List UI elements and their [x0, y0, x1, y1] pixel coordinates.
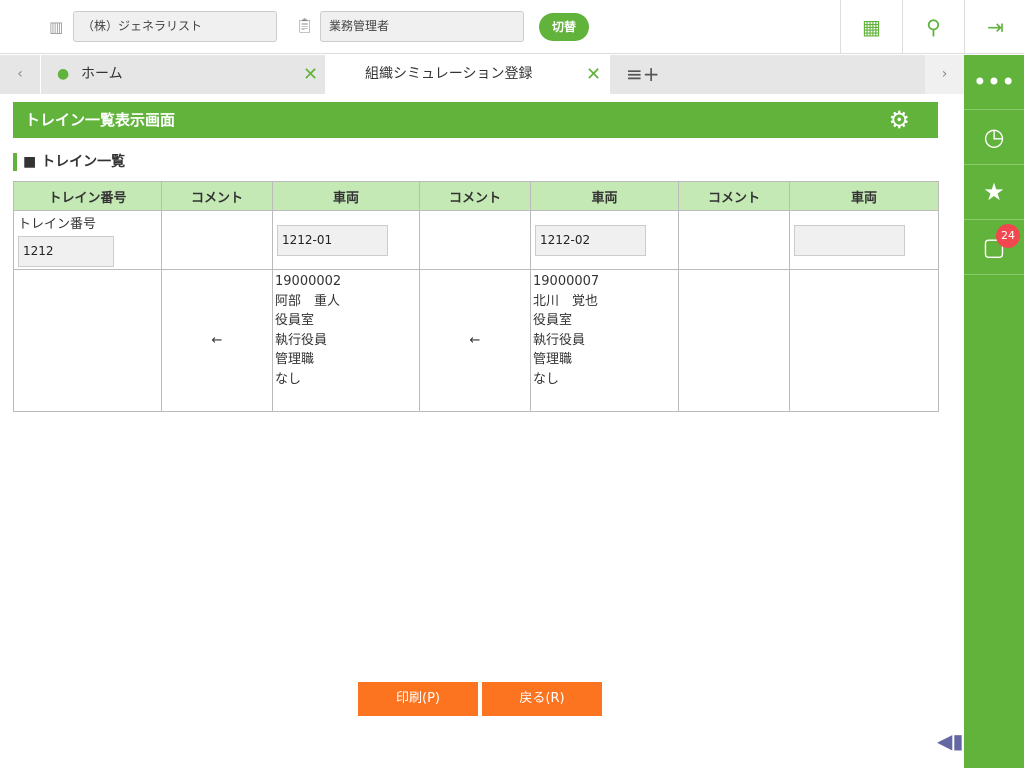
apps-grid-icon[interactable]: ▦	[840, 0, 902, 54]
col-header: 車両	[789, 181, 939, 211]
back-button[interactable]: 戻る(R)	[482, 682, 602, 716]
add-tab-icon[interactable]: ≡+	[626, 55, 660, 94]
department: 役員室	[533, 313, 573, 329]
note: なし	[533, 371, 560, 387]
car-input[interactable]: 1212-01	[277, 224, 388, 256]
position: 執行役員	[533, 332, 586, 348]
tab-label: 組織シミュレーション登録	[365, 66, 533, 82]
tab-scroll-left[interactable]: ‹	[0, 55, 40, 94]
employee-name: 北川 覚也	[533, 293, 599, 309]
print-button[interactable]: 印刷(P)	[358, 682, 478, 716]
gear-icon[interactable]: ⚙	[888, 102, 910, 138]
tab-scroll-right[interactable]: ›	[925, 55, 964, 94]
train-table: トレイン番号 コメント 車両 コメント 車両 コメント 車両 トレイン番号 12…	[13, 181, 939, 412]
car-input[interactable]: 1212-02	[535, 224, 646, 256]
building-icon: ▥	[49, 18, 64, 36]
table-row: トレイン番号 1212 1212-01 1212-02	[13, 210, 939, 270]
arrow-cell: ←	[419, 269, 531, 412]
search-icon[interactable]: ⚲	[902, 0, 964, 54]
note: なし	[275, 371, 302, 387]
employee-id: 19000002	[275, 274, 342, 289]
company-field[interactable]: （株）ジェネラリスト	[73, 11, 277, 42]
col-header: 車両	[530, 181, 679, 211]
pin-icon: ●	[57, 66, 70, 82]
inbox-icon[interactable]: ▢ 24	[964, 220, 1024, 275]
col-header: トレイン番号	[13, 181, 162, 211]
top-bar: ▥ （株）ジェネラリスト 📋︎ 業務管理者 切替 ▦ ⚲ ⇥	[0, 0, 1024, 54]
member-info: 19000002 阿部 重人 役員室 執行役員 管理職 なし	[272, 269, 420, 412]
col-header: コメント	[161, 181, 273, 211]
table-row: ← 19000002 阿部 重人 役員室 執行役員 管理職 なし ← 19000…	[13, 269, 939, 412]
arrow-cell: ←	[161, 269, 273, 412]
notification-badge: 24	[996, 224, 1020, 248]
train-number-input[interactable]: 1212	[18, 236, 114, 267]
col-header: コメント	[419, 181, 531, 211]
employee-name: 阿部 重人	[275, 293, 341, 309]
close-icon[interactable]: ✕	[586, 55, 601, 94]
role-field[interactable]: 業務管理者	[320, 11, 524, 42]
car-input[interactable]	[794, 224, 905, 256]
employee-id: 19000007	[533, 274, 600, 289]
right-sidebar: ••• ◷ ★ ▢ 24	[964, 55, 1024, 768]
switch-button[interactable]: 切替	[539, 13, 589, 41]
tab-bar: ‹ ● ホーム ✕ 組織シミュレーション登録 ✕ ≡+ ›	[0, 55, 964, 94]
section-title: ■ トレイン一覧	[13, 153, 125, 171]
col-header: 車両	[272, 181, 420, 211]
logout-icon[interactable]: ⇥	[964, 0, 1024, 54]
close-icon[interactable]: ✕	[303, 55, 318, 94]
clipboard-icon: 📋︎	[296, 18, 314, 34]
collapse-arrow-icon[interactable]: ◀▮	[937, 729, 963, 753]
train-number-label: トレイン番号	[18, 217, 97, 232]
more-icon[interactable]: •••	[964, 55, 1024, 110]
table-header-row: トレイン番号 コメント 車両 コメント 車両 コメント 車両	[13, 181, 939, 211]
page-title-text: トレイン一覧表示画面	[25, 111, 176, 129]
member-info: 19000007 北川 覚也 役員室 執行役員 管理職 なし	[530, 269, 679, 412]
tab-org-simulation[interactable]: 組織シミュレーション登録 ✕	[325, 55, 610, 94]
tab-label: ホーム	[81, 66, 123, 82]
department: 役員室	[275, 313, 315, 329]
page-title: トレイン一覧表示画面 ⚙	[13, 102, 938, 138]
col-header: コメント	[678, 181, 790, 211]
position: 執行役員	[275, 332, 328, 348]
history-icon[interactable]: ◷	[964, 110, 1024, 165]
job-class: 管理職	[533, 352, 573, 368]
tab-home[interactable]: ● ホーム ✕	[40, 55, 325, 94]
job-class: 管理職	[275, 352, 315, 368]
star-icon[interactable]: ★	[964, 165, 1024, 220]
